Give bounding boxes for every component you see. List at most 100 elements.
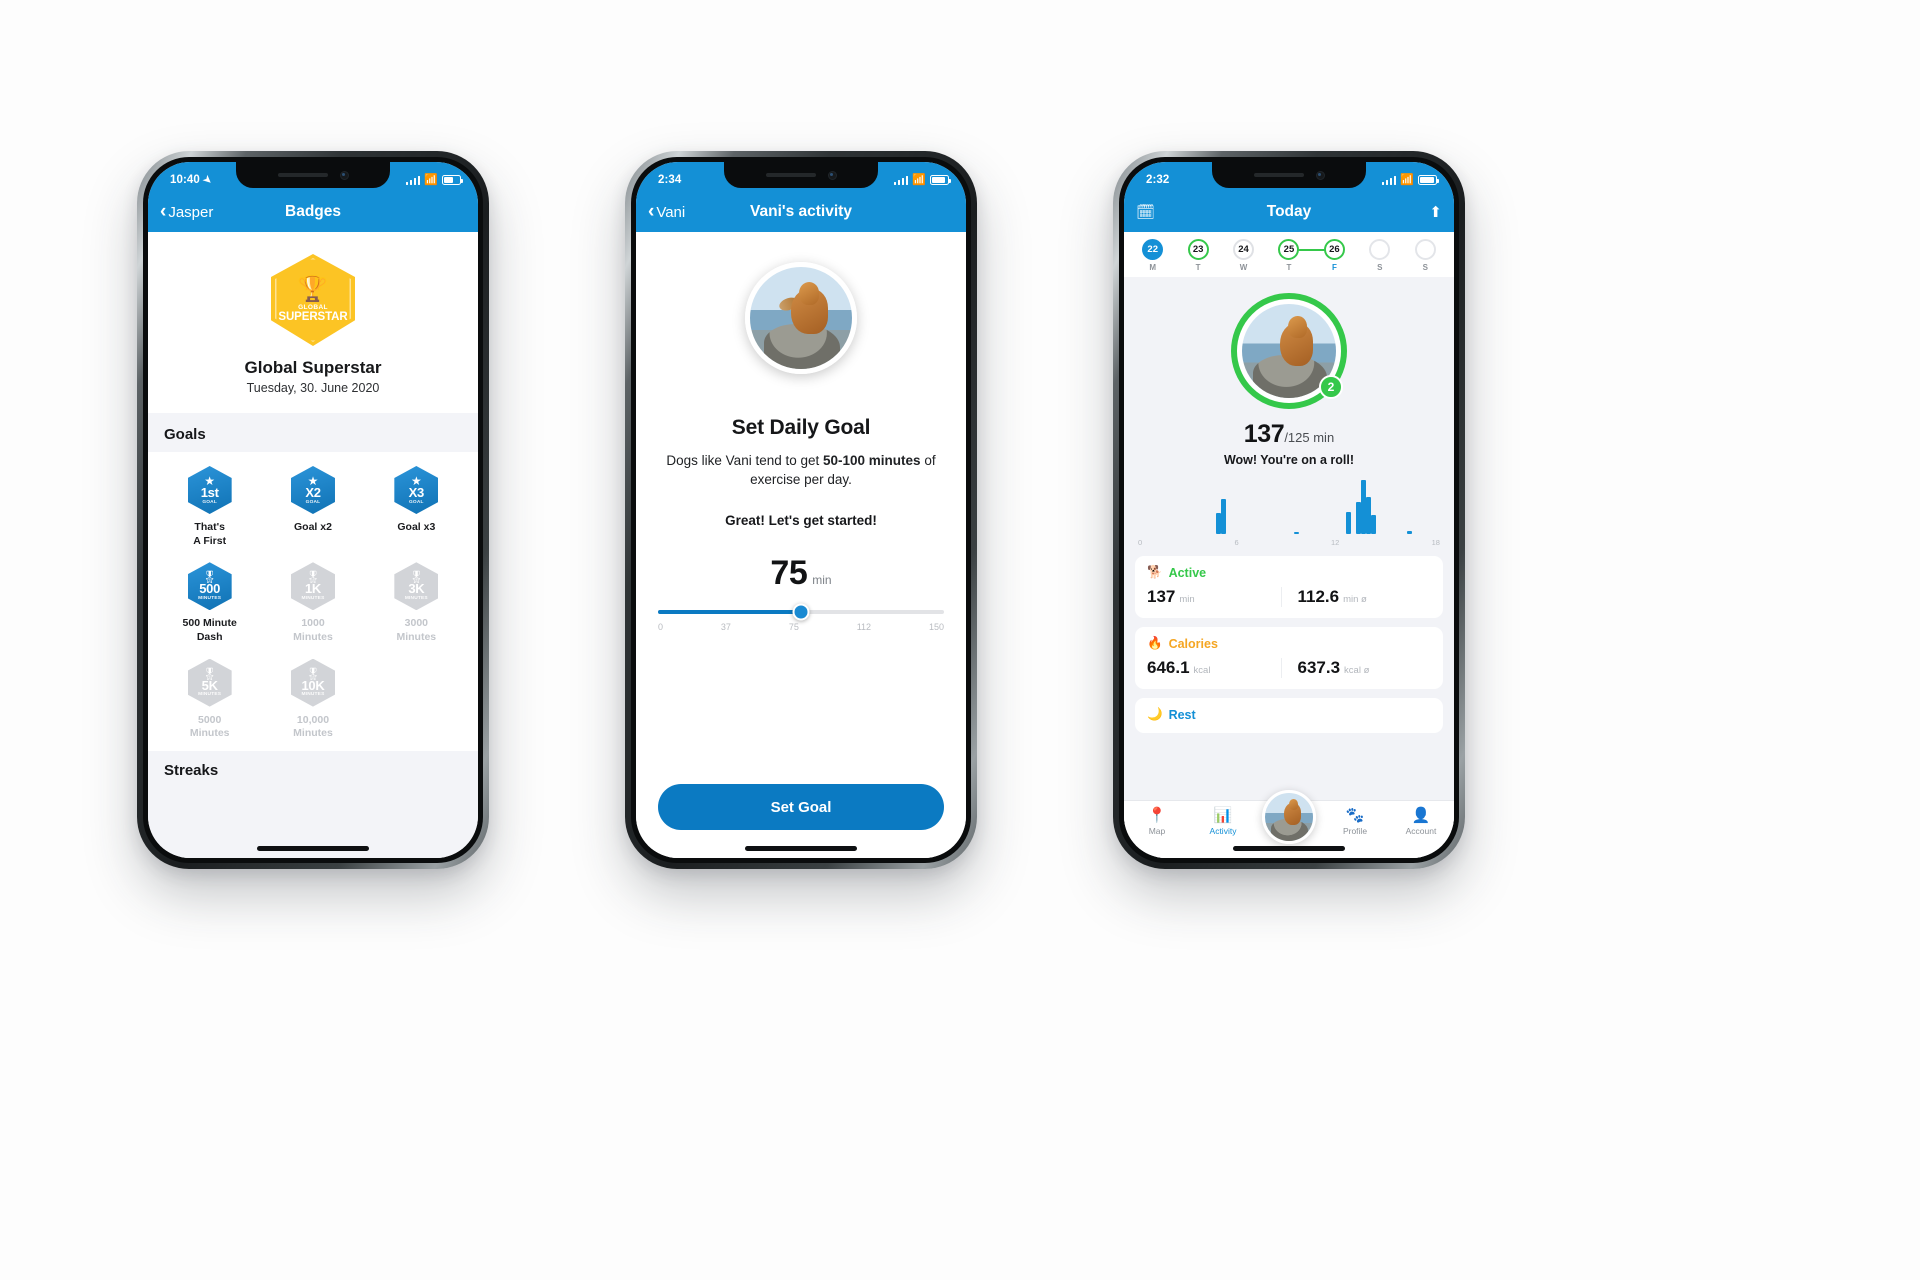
- slider-tick-4: 150: [928, 622, 944, 633]
- day-chip-2[interactable]: 24 W: [1233, 239, 1255, 272]
- goal-badge-sub: MINUTES: [301, 596, 325, 602]
- dog-head-shape: [1288, 799, 1299, 811]
- chart-bar-3: [1345, 511, 1351, 534]
- calendar-icon[interactable]: 🗓: [1136, 203, 1155, 221]
- activity-bar-chart: 0 6 12 18: [1138, 477, 1440, 547]
- wifi-icon: 📶: [912, 173, 926, 186]
- goal-badge-5[interactable]: 🎖 3K MINUTES 3000 Minutes: [365, 562, 468, 644]
- day-number: 26: [1323, 239, 1345, 260]
- set-goal-button[interactable]: Set Goal: [658, 784, 944, 830]
- day-chip-5[interactable]: S: [1369, 239, 1391, 272]
- camera-icon: [339, 170, 349, 180]
- screenshot-stage: 10:40 ➤ 📶 ‹ Jasper Badges 🏆 GLOBAL SUPER…: [0, 0, 1920, 1280]
- page-title: Today: [1266, 203, 1312, 220]
- phone2-screen: 2:34 📶 ‹ Vani Vani's activity Set Daily …: [636, 162, 966, 858]
- featured-badge-title: Global Superstar: [244, 358, 382, 377]
- stat-card-calories[interactable]: 🔥 Calories 646.1 kcal 637.3 kcal ø: [1135, 627, 1443, 689]
- share-icon[interactable]: ⬆: [1429, 203, 1442, 221]
- stat-label: Calories: [1168, 636, 1218, 651]
- day-number: [1414, 239, 1436, 260]
- day-chip-4[interactable]: 26 F: [1323, 239, 1345, 272]
- dog-avatar-icon[interactable]: [1262, 790, 1316, 844]
- status-right: 📶: [405, 174, 463, 186]
- home-indicator: [745, 846, 857, 851]
- goal-badge-4[interactable]: 🎖 1K MINUTES 1000 Minutes: [261, 562, 364, 644]
- badge-hex-line2: SUPERSTAR: [278, 311, 348, 323]
- chart-bar-5: [1360, 479, 1366, 534]
- tab-map[interactable]: 📍 Map: [1124, 808, 1190, 836]
- battery-icon: [442, 175, 463, 185]
- slider-tick-labels: 0 37 75 112 150: [658, 622, 944, 632]
- featured-badge-date: Tuesday, 30. June 2020: [246, 381, 380, 395]
- tab-label: Map: [1148, 826, 1166, 836]
- goal-badge-number: 500: [199, 581, 221, 597]
- goal-value-unit: min: [812, 573, 832, 588]
- phone1-screen: 10:40 ➤ 📶 ‹ Jasper Badges 🏆 GLOBAL SUPER…: [148, 162, 478, 858]
- status-right: 📶: [1381, 173, 1439, 186]
- stat-primary: 646.1 kcal: [1147, 658, 1281, 678]
- tab-label: Activity: [1209, 826, 1237, 836]
- goal-slider[interactable]: 0 37 75 112 150: [658, 603, 944, 632]
- dog-head-shape: [1288, 316, 1307, 338]
- goal-badge-sub: MINUTES: [198, 692, 222, 698]
- goal-badge-6[interactable]: 🎖 5K MINUTES 5000 Minutes: [158, 658, 261, 741]
- desc-bold-range: 50-100 minutes: [823, 453, 921, 468]
- notch: [724, 162, 878, 188]
- tab-activity[interactable]: 📊 Activity: [1190, 808, 1256, 836]
- goal-badge-sub: MINUTES: [404, 596, 428, 602]
- tab-profile[interactable]: 🐾 Profile: [1322, 808, 1388, 836]
- goal-badge-2[interactable]: ★ X3 GOAL Goal x3: [365, 466, 468, 548]
- phone-today: 2:32 📶 🗓 Today ⬆ 22 M 23 T 24 W 25 T 26 …: [1113, 151, 1465, 869]
- slider-tick-0: 0: [658, 622, 664, 633]
- goal-badge-0[interactable]: ★ 1st GOAL That's A First: [158, 466, 261, 548]
- goal-badge-number: 3K: [408, 581, 425, 597]
- back-button[interactable]: ‹ Jasper: [160, 201, 214, 222]
- stat-primary-unit: kcal: [1193, 665, 1211, 676]
- wifi-icon: 📶: [1400, 173, 1414, 186]
- chevron-left-icon: ‹: [160, 201, 167, 222]
- signal-icon: [1381, 175, 1397, 185]
- goal-badge-label: 10,000 Minutes: [293, 713, 333, 740]
- goal-value-display: 75 min: [770, 554, 831, 593]
- medal-icon: 🎖 5K MINUTES: [187, 658, 232, 707]
- map-pin-icon: 📍: [1147, 807, 1167, 824]
- battery-icon: [930, 175, 951, 185]
- phone-bezel: 2:32 📶 🗓 Today ⬆ 22 M 23 T 24 W 25 T 26 …: [1119, 157, 1459, 863]
- phone-bezel: 10:40 ➤ 📶 ‹ Jasper Badges 🏆 GLOBAL SUPER…: [143, 157, 483, 863]
- status-time: 2:32: [1146, 174, 1170, 186]
- set-goal-description: Dogs like Vani tend to get 50-100 minute…: [658, 451, 944, 489]
- location-arrow-icon: ➤: [200, 173, 214, 187]
- tab-account[interactable]: 👤 Account: [1388, 808, 1454, 836]
- goal-badge-1[interactable]: ★ X2 GOAL Goal x2: [261, 466, 364, 548]
- medal-icon: 🎖 1K MINUTES: [290, 562, 335, 611]
- chart-bar-2: [1294, 532, 1300, 534]
- stat-card-active[interactable]: 🐕 Active 137 min 112.6 min ø: [1135, 556, 1443, 618]
- activity-message: Wow! You're on a roll!: [1223, 453, 1355, 467]
- featured-badge-card: 🏆 GLOBAL SUPERSTAR Global Superstar Tues…: [148, 232, 478, 413]
- back-button[interactable]: ‹ Vani: [648, 202, 685, 221]
- day-chip-6[interactable]: S: [1414, 239, 1436, 272]
- day-chip-0[interactable]: 22 M: [1142, 239, 1164, 272]
- stat-secondary-unit: kcal ø: [1344, 665, 1370, 676]
- phone1-navbar: ‹ Jasper Badges: [148, 192, 478, 232]
- goal-badge-3[interactable]: 🎖 500 MINUTES 500 Minute Dash: [158, 562, 261, 644]
- goals-section-title: Goals: [164, 426, 206, 443]
- goal-badge-7[interactable]: 🎖 10K MINUTES 10,000 Minutes: [261, 658, 364, 741]
- slider-track[interactable]: [658, 603, 944, 621]
- activity-goal: /125 min: [1284, 430, 1335, 445]
- activity-ring: 2: [1231, 293, 1347, 409]
- moon-icon: 🌙: [1147, 707, 1163, 721]
- back-label: Jasper: [168, 203, 214, 221]
- home-indicator: [257, 846, 369, 851]
- medal-icon: 🎖 10K MINUTES: [290, 658, 335, 707]
- phone-bezel: 2:34 📶 ‹ Vani Vani's activity Set Daily …: [631, 157, 971, 863]
- signal-icon: [893, 175, 909, 185]
- day-number: 22: [1142, 239, 1164, 260]
- day-letter: M: [1149, 263, 1157, 272]
- day-chip-3[interactable]: 25 T: [1278, 239, 1300, 272]
- day-number: 24: [1233, 239, 1255, 260]
- day-chip-1[interactable]: 23 T: [1187, 239, 1209, 272]
- phone-set-goal: 2:34 📶 ‹ Vani Vani's activity Set Daily …: [625, 151, 977, 869]
- stat-card-rest[interactable]: 🌙 Rest: [1135, 698, 1443, 733]
- slider-knob[interactable]: [792, 603, 810, 621]
